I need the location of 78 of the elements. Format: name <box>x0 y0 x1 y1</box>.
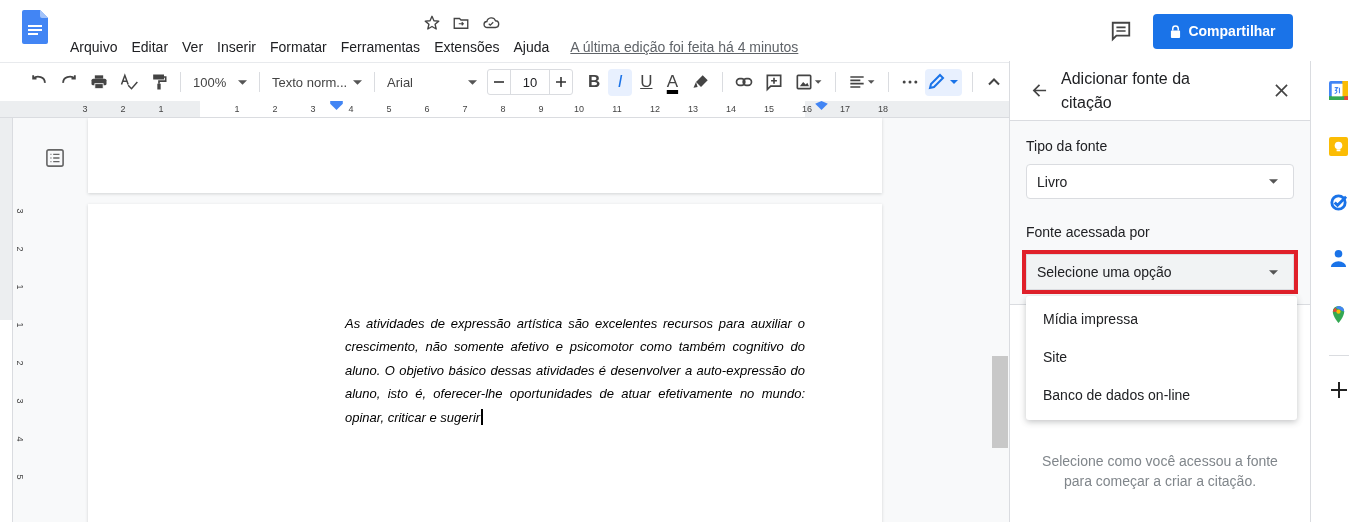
ruler-number: 12 <box>649 104 661 114</box>
ruler-number: 1 <box>14 321 25 330</box>
menu-item[interactable]: Ajuda <box>506 39 557 55</box>
dropdown-option[interactable]: Banco de dados on-line <box>1026 376 1297 414</box>
color-button[interactable]: A <box>660 68 685 96</box>
ruler-number: 3 <box>14 207 25 216</box>
ruler-number: 2 <box>271 104 279 114</box>
ruler-number: 5 <box>385 104 393 114</box>
ruler-number: 18 <box>877 104 889 114</box>
ruler-number: 1 <box>233 104 241 114</box>
ruler-number: 3 <box>81 104 89 114</box>
zoom-dropdown[interactable]: 100% <box>187 68 253 96</box>
font-dropdown[interactable]: Arial <box>381 68 483 96</box>
lock-icon <box>1170 24 1182 38</box>
paragraph: As atividades de expressão artística são excelentes recursos para auxiliar o crescimento, não somente afetivo e psicomotor como também cognitivo do aluno. O objetivo básico dessas atividades é desenvolver a auto-expressão do aluno, isto é, oferecer-lhe oportunidades de atuar efetivamente no mundo: opinar, criticar e sugerir <box>345 312 805 430</box>
ruler-number: 3 <box>309 104 317 114</box>
hint-text: Selecione como você acessou a fonte para começar a criar a citação. <box>1041 452 1279 491</box>
italic-button[interactable]: I <box>608 68 633 96</box>
ruler-number: 4 <box>14 435 25 444</box>
ruler-number: 14 <box>725 104 737 114</box>
ruler-number: 2 <box>14 245 25 254</box>
ruler-number: 2 <box>119 104 127 114</box>
outline-icon[interactable] <box>46 149 64 167</box>
ruler-number: 1 <box>157 104 165 114</box>
comment-icon[interactable] <box>1110 20 1132 42</box>
star-icon[interactable] <box>423 14 441 32</box>
bold-button[interactable]: B <box>582 68 607 96</box>
share-button[interactable]: Compartilhar <box>1153 13 1293 49</box>
panel-title: Adicionar fonte da citação <box>1061 68 1191 113</box>
person-icon[interactable] <box>1329 249 1348 268</box>
calendar-icon[interactable] <box>1329 81 1348 100</box>
caret-icon <box>1269 179 1278 184</box>
ruler-number: 11 <box>611 104 623 114</box>
menu-item[interactable]: Formatar <box>262 39 334 55</box>
source-type-dropdown[interactable]: Livro <box>1026 164 1294 199</box>
plus-icon[interactable] <box>1330 382 1347 398</box>
ruler-number: 2 <box>14 359 25 368</box>
field-label: Fonte acessada por <box>1026 224 1151 240</box>
ruler-number: 7 <box>461 104 469 114</box>
ruler-number: 17 <box>839 104 851 114</box>
caret-icon <box>468 79 477 85</box>
spellcheck-icon[interactable] <box>118 72 140 92</box>
dropdown-option[interactable]: Site <box>1026 338 1297 376</box>
pencil-icon <box>926 72 961 92</box>
style-dropdown[interactable]: Texto norm... <box>266 68 368 96</box>
ruler-number: 10 <box>573 104 585 114</box>
check-circle-icon[interactable] <box>1329 193 1348 212</box>
indent-marker-icon[interactable] <box>815 101 828 110</box>
ruler-number: 9 <box>537 104 545 114</box>
menu-item[interactable]: Inserir <box>210 39 263 55</box>
menu-item[interactable]: Extensões <box>427 39 507 55</box>
scrollbar-thumb[interactable] <box>992 356 1008 448</box>
field-label: Tipo da fonte <box>1026 138 1109 154</box>
close-icon[interactable] <box>1275 84 1288 97</box>
ruler-number: 16 <box>801 104 813 114</box>
ruler-number: 4 <box>347 104 355 114</box>
docs-logo-icon[interactable] <box>22 10 48 44</box>
dropdown-option[interactable]: Mídia impressa <box>1026 300 1297 338</box>
editing-mode-button[interactable] <box>924 68 962 96</box>
menu-item[interactable]: Ferramentas <box>333 39 428 55</box>
underline-button[interactable]: U <box>634 68 659 96</box>
ruler-number: 8 <box>499 104 507 114</box>
caret-icon <box>1269 269 1278 275</box>
menu-item[interactable]: Ver <box>175 39 211 55</box>
ruler-number: 5 <box>14 473 25 482</box>
caret-icon <box>353 79 363 85</box>
ruler-number: 6 <box>423 104 431 114</box>
caret-icon <box>238 79 247 85</box>
ruler-number: 13 <box>687 104 699 114</box>
menu-item[interactable]: Arquivo <box>70 39 125 55</box>
ruler-number: 15 <box>763 104 775 114</box>
back-arrow-icon[interactable] <box>1032 83 1047 98</box>
menu-item[interactable]: Editar <box>124 39 176 55</box>
ruler-number: 1 <box>14 283 25 292</box>
ruler-number: 3 <box>14 397 25 406</box>
plus-icon <box>556 77 566 87</box>
last-edit-link[interactable]: A última edição foi feita há 4 minutos <box>570 39 799 55</box>
indent-marker-icon[interactable] <box>330 101 343 110</box>
